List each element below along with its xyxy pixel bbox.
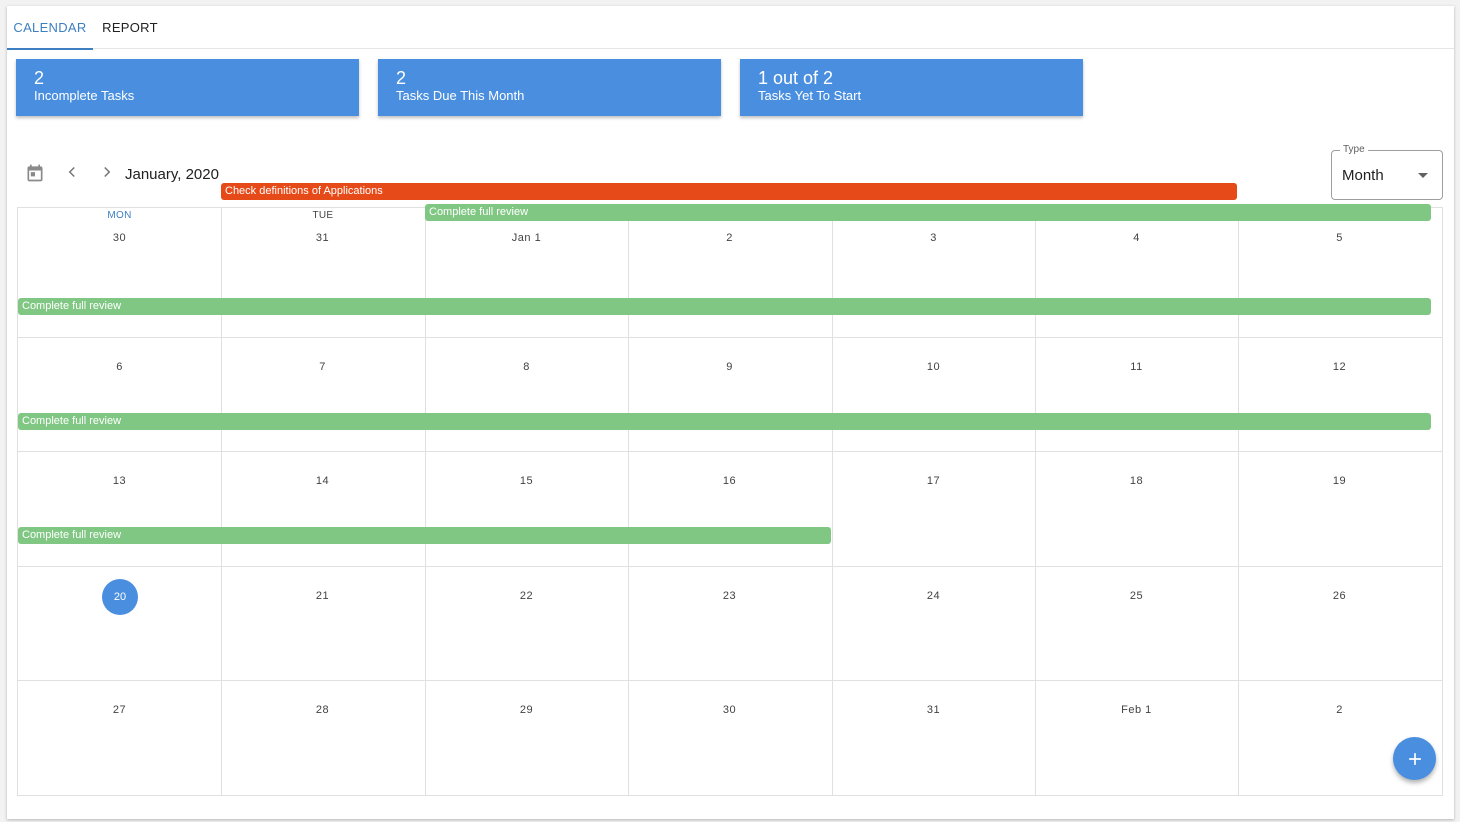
day-cell[interactable] (425, 338, 628, 452)
day-cell[interactable] (1238, 452, 1441, 566)
day-number[interactable]: 7 (221, 361, 424, 373)
stat-value: 1 out of 2 (758, 68, 834, 88)
day-number[interactable]: 16 (628, 475, 831, 487)
day-number[interactable]: 25 (1035, 590, 1238, 602)
day-number[interactable]: 18 (1035, 475, 1238, 487)
tab-report-label: REPORT (102, 20, 158, 35)
chevron-left-icon[interactable] (61, 160, 83, 184)
day-number[interactable]: 21 (221, 590, 424, 602)
month-title: January, 2020 (125, 166, 219, 183)
day-cell[interactable] (1035, 567, 1238, 681)
day-number[interactable]: 8 (425, 361, 628, 373)
day-cell[interactable] (18, 681, 221, 795)
day-number[interactable]: 2 (1238, 704, 1441, 716)
day-number[interactable]: 9 (628, 361, 831, 373)
day-number[interactable]: 30 (628, 704, 831, 716)
calendar-event[interactable]: Complete full review (425, 204, 1431, 221)
day-cell[interactable] (1238, 338, 1441, 452)
day-number[interactable]: 22 (425, 590, 628, 602)
day-number[interactable]: 17 (832, 475, 1035, 487)
day-cell[interactable] (221, 338, 424, 452)
day-cell[interactable] (221, 567, 424, 681)
day-number[interactable]: 4 (1035, 232, 1238, 244)
chevron-right-icon[interactable] (96, 160, 118, 184)
weekday-header: TUE (312, 210, 334, 221)
day-number[interactable]: 15 (425, 475, 628, 487)
day-cell[interactable] (221, 452, 424, 566)
dropdown-caret-icon (1418, 173, 1428, 178)
stat-card-incomplete: 2 Incomplete Tasks (16, 59, 359, 116)
day-number[interactable]: 6 (18, 361, 221, 373)
calendar-event[interactable]: Complete full review (18, 413, 1431, 430)
day-number[interactable]: 13 (18, 475, 221, 487)
weekday-header: MON (107, 210, 132, 221)
day-number[interactable]: 14 (221, 475, 424, 487)
day-number[interactable]: 26 (1238, 590, 1441, 602)
day-number[interactable]: Feb 1 (1035, 704, 1238, 716)
stat-label: Incomplete Tasks (34, 88, 135, 103)
day-number[interactable]: 12 (1238, 361, 1441, 373)
day-number[interactable]: 2 (628, 232, 831, 244)
day-number[interactable]: 31 (221, 232, 424, 244)
day-number[interactable]: 19 (1238, 475, 1441, 487)
calendar-today-icon[interactable] (23, 161, 47, 185)
type-select-value: Month (1342, 167, 1384, 184)
stat-card-due-this-month: 2 Tasks Due This Month (378, 59, 721, 116)
day-cell[interactable] (628, 681, 831, 795)
day-cell[interactable] (832, 681, 1035, 795)
day-cell[interactable] (628, 567, 831, 681)
today-date[interactable]: 20 (102, 579, 138, 615)
main-card: CALENDAR REPORT 2 Incomplete Tasks 2 Tas… (7, 6, 1454, 819)
day-number[interactable]: Jan 1 (425, 232, 628, 244)
day-cell[interactable] (1238, 567, 1441, 681)
stat-card-yet-to-start: 1 out of 2 Tasks Yet To Start (740, 59, 1083, 116)
calendar-event[interactable]: Check definitions of Applications (221, 183, 1237, 200)
day-cell[interactable] (832, 567, 1035, 681)
day-cell[interactable] (425, 567, 628, 681)
day-cell[interactable] (1035, 452, 1238, 566)
day-number[interactable]: 5 (1238, 232, 1441, 244)
stat-value: 2 (34, 68, 45, 88)
day-cell[interactable] (1035, 338, 1238, 452)
day-number[interactable]: 27 (18, 704, 221, 716)
day-cell[interactable] (832, 338, 1035, 452)
day-number[interactable]: 10 (832, 361, 1035, 373)
stat-label: Tasks Due This Month (396, 88, 525, 103)
day-cell[interactable] (18, 452, 221, 566)
calendar-event[interactable]: Complete full review (18, 298, 1431, 315)
type-select-legend: Type (1340, 144, 1368, 155)
day-number[interactable]: 31 (832, 704, 1035, 716)
day-cell[interactable] (1035, 681, 1238, 795)
day-number[interactable]: 3 (832, 232, 1035, 244)
type-select[interactable]: Type Month (1331, 144, 1443, 200)
day-number[interactable]: 30 (18, 232, 221, 244)
day-number[interactable]: 11 (1035, 361, 1238, 373)
tab-calendar-label: CALENDAR (13, 20, 87, 35)
day-cell[interactable] (628, 338, 831, 452)
tab-report[interactable]: REPORT (93, 6, 167, 49)
day-cell[interactable] (425, 452, 628, 566)
plus-icon (1408, 752, 1421, 765)
day-number[interactable]: 29 (425, 704, 628, 716)
calendar-event[interactable]: Complete full review (18, 527, 831, 544)
day-cell[interactable] (832, 452, 1035, 566)
day-cell[interactable] (18, 338, 221, 452)
calendar-grid: MONTUEWEDTHUFRISATSUN3031Jan 12345678910… (17, 183, 1443, 796)
day-number[interactable]: 23 (628, 590, 831, 602)
stat-value: 2 (396, 68, 407, 88)
stat-label: Tasks Yet To Start (758, 88, 862, 103)
day-number[interactable]: 24 (832, 590, 1035, 602)
tab-active-indicator (7, 48, 93, 50)
tab-bar: CALENDAR REPORT (7, 6, 1454, 50)
day-number[interactable]: 28 (221, 704, 424, 716)
day-cell[interactable] (628, 452, 831, 566)
day-cell[interactable] (425, 681, 628, 795)
add-task-button[interactable] (1393, 737, 1436, 780)
tab-calendar[interactable]: CALENDAR (7, 6, 93, 50)
day-cell[interactable] (221, 681, 424, 795)
